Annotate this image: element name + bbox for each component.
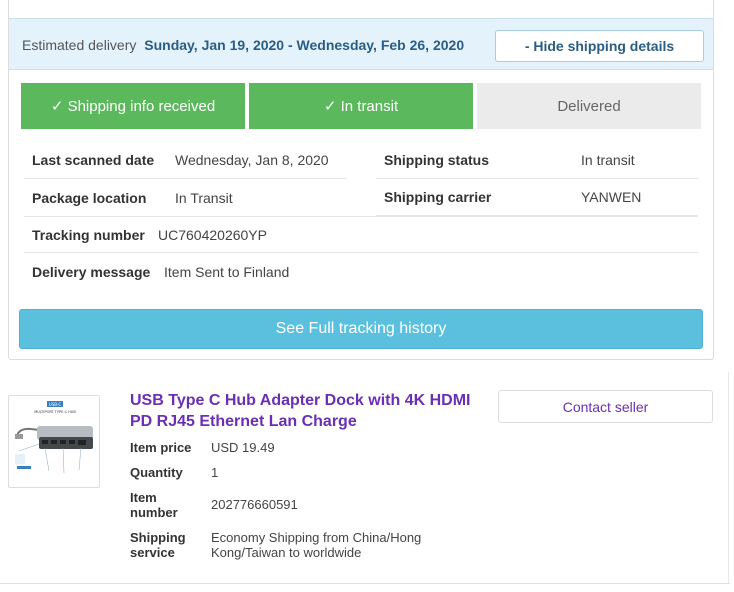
delivery-message-label: Delivery message (32, 263, 151, 280)
info-row-last-scanned: Last scanned date Wednesday, Jan 8, 2020 (24, 142, 346, 179)
hide-shipping-details-button[interactable]: - Hide shipping details (495, 30, 704, 62)
shipping-carrier-label: Shipping carrier (384, 189, 492, 205)
estimated-delivery-dates: Sunday, Jan 19, 2020 - Wednesday, Feb 26… (144, 37, 465, 53)
product-thumbnail[interactable]: USB-C MULTIPORT TYPE-C HUB (8, 395, 100, 488)
shipping-progress-steps: ✓ Shipping info received ✓ In transit De… (21, 83, 701, 129)
estimated-delivery: Estimated delivery Sunday, Jan 19, 2020 … (22, 37, 464, 53)
tracking-number-label: Tracking number (32, 226, 145, 243)
step-shipping-info-received: ✓ Shipping info received (21, 83, 245, 129)
shipping-carrier-value: YANWEN (581, 189, 642, 205)
item-number-label: Item number (130, 490, 178, 520)
order-card-right-border (728, 372, 729, 584)
thumbnail-caption-text: MULTIPORT TYPE-C HUB (34, 410, 76, 414)
quantity-label: Quantity (130, 465, 183, 480)
package-location-label: Package location (32, 189, 147, 206)
shipping-status-value: In transit (581, 152, 635, 168)
item-price-value: USD 19.49 (211, 440, 275, 455)
step-delivered: Delivered (477, 83, 701, 129)
thumbnail-badge-text: USB-C (49, 402, 62, 407)
last-scanned-label: Last scanned date (32, 152, 155, 168)
usb-hub-image: USB-C MULTIPORT TYPE-C HUB (9, 396, 99, 487)
tracking-number-value: UC760420260YP (158, 226, 267, 243)
info-row-tracking-number: Tracking number UC760420260YP (24, 216, 698, 253)
package-location-value: In Transit (175, 189, 233, 206)
delivery-banner: Estimated delivery Sunday, Jan 19, 2020 … (9, 18, 713, 70)
product-title-link[interactable]: USB Type C Hub Adapter Dock with 4K HDMI… (130, 390, 480, 432)
delivery-message-value: Item Sent to Finland (164, 263, 290, 280)
last-scanned-value: Wednesday, Jan 8, 2020 (175, 152, 329, 168)
contact-seller-button[interactable]: Contact seller (498, 390, 713, 423)
step-in-transit: ✓ In transit (249, 83, 473, 129)
info-row-package-location: Package location In Transit (24, 179, 346, 216)
see-full-tracking-history-button[interactable]: See Full tracking history (19, 309, 703, 349)
shipping-status-label: Shipping status (384, 152, 489, 168)
order-card-bottom-border (0, 583, 730, 584)
info-row-delivery-message: Delivery message Item Sent to Finland (24, 253, 698, 290)
info-row-shipping-carrier: Shipping carrier YANWEN (376, 179, 698, 216)
quantity-value: 1 (211, 465, 219, 480)
item-price-label: Item price (130, 440, 192, 455)
shipping-service-value: Economy Shipping from China/Hong Kong/Ta… (211, 530, 422, 560)
item-number-value: 202776660591 (211, 497, 298, 512)
estimated-delivery-label: Estimated delivery (22, 37, 137, 53)
info-row-shipping-status: Shipping status In transit (376, 142, 698, 179)
shipping-service-label: Shipping service (130, 530, 186, 560)
